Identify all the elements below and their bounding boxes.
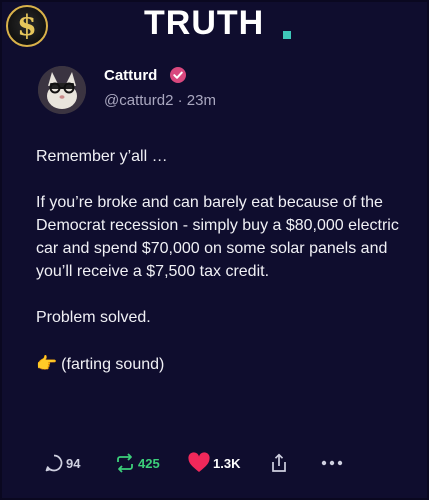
post-last-line: 👉 (farting sound): [36, 352, 411, 376]
share-icon: [272, 453, 286, 472]
author-handle[interactable]: @catturd2: [104, 92, 173, 109]
post-time[interactable]: 23m: [187, 92, 216, 109]
retruth-button[interactable]: 425: [114, 452, 160, 474]
post-paragraph: Remember y’all …: [36, 148, 168, 165]
meta-separator: ·: [177, 92, 183, 109]
verified-badge-icon: [170, 67, 186, 83]
reply-count: 94: [66, 455, 81, 471]
post-paragraph: Problem solved.: [36, 309, 151, 326]
ellipsis-icon: [321, 460, 343, 466]
author-name[interactable]: Catturd: [104, 67, 157, 84]
post-body: Remember y’all … If you’re broke and can…: [36, 145, 411, 399]
app-logo-icon[interactable]: $: [6, 5, 48, 47]
reply-button[interactable]: 94: [44, 452, 80, 474]
dollar-sign-logo: $: [17, 9, 37, 42]
cat-avatar-icon: [38, 66, 86, 114]
brand-dot: [283, 31, 291, 39]
post-last-line-text: (farting sound): [61, 356, 165, 373]
more-options-button[interactable]: [320, 452, 344, 474]
pointing-hand-icon: 👉: [36, 354, 58, 373]
post-paragraph: If you’re broke and can barely eat becau…: [36, 194, 399, 280]
share-button[interactable]: [271, 452, 287, 474]
author-handle-line: @catturd2 · 23m: [104, 92, 216, 109]
brand-wordmark[interactable]: TRUTH: [144, 4, 264, 43]
top-bar: $ TRUTH: [0, 0, 429, 50]
reply-icon: [45, 454, 63, 472]
like-count: 1.3K: [213, 455, 241, 471]
retruth-icon: [117, 453, 133, 473]
author-avatar[interactable]: [38, 66, 86, 114]
retruth-count: 425: [138, 455, 160, 471]
heart-icon: [188, 452, 210, 472]
like-button[interactable]: 1.3K: [187, 452, 240, 474]
